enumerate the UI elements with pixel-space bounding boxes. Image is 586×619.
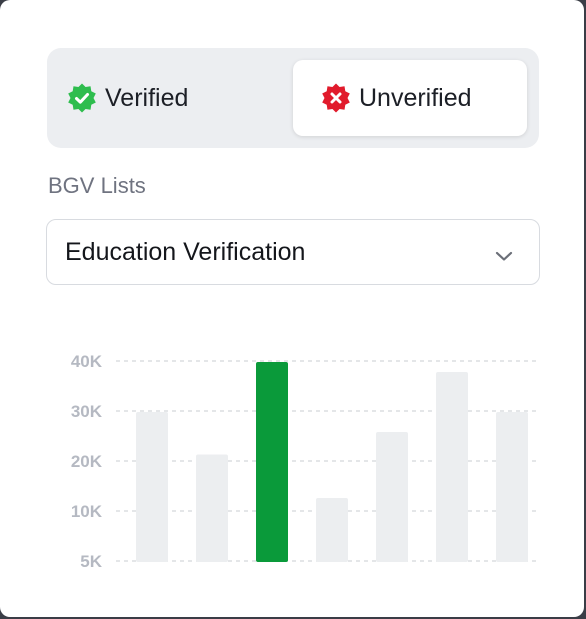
chart-bar[interactable] [436,372,468,562]
y-tick-label: 40K [71,352,103,371]
bgv-bar-chart: 40K 30K 20K 10K 5K [0,330,586,590]
chevron-down-icon [495,243,513,261]
bgv-list-dropdown[interactable]: Education Verification [46,219,540,285]
unverified-tab[interactable]: Unverified [293,60,527,136]
verified-badge-icon [67,83,97,113]
unverified-label: Unverified [359,83,472,112]
chart-bar[interactable] [496,412,528,562]
verification-status-toggle: Verified Unverified [47,48,539,148]
y-tick-label: 5K [80,552,102,571]
bgv-lists-label: BGV Lists [48,173,146,198]
y-tick-label: 20K [71,452,103,471]
verified-label: Verified [105,83,189,112]
chart-bar[interactable] [376,432,408,562]
bgv-card: Verified Unverified BGV Lists Education … [0,0,584,617]
y-tick-label: 30K [71,402,103,421]
chart-bar[interactable] [316,498,348,562]
chart-bar[interactable] [196,454,228,563]
bgv-list-selected-value: Education Verification [65,237,306,266]
chart-bar[interactable] [136,412,168,562]
unverified-badge-icon [321,83,351,113]
y-tick-label: 10K [71,502,103,521]
chart-bar[interactable] [256,362,288,562]
bar-chart-svg: 40K 30K 20K 10K 5K [71,352,540,571]
verified-tab[interactable]: Verified [67,60,287,136]
